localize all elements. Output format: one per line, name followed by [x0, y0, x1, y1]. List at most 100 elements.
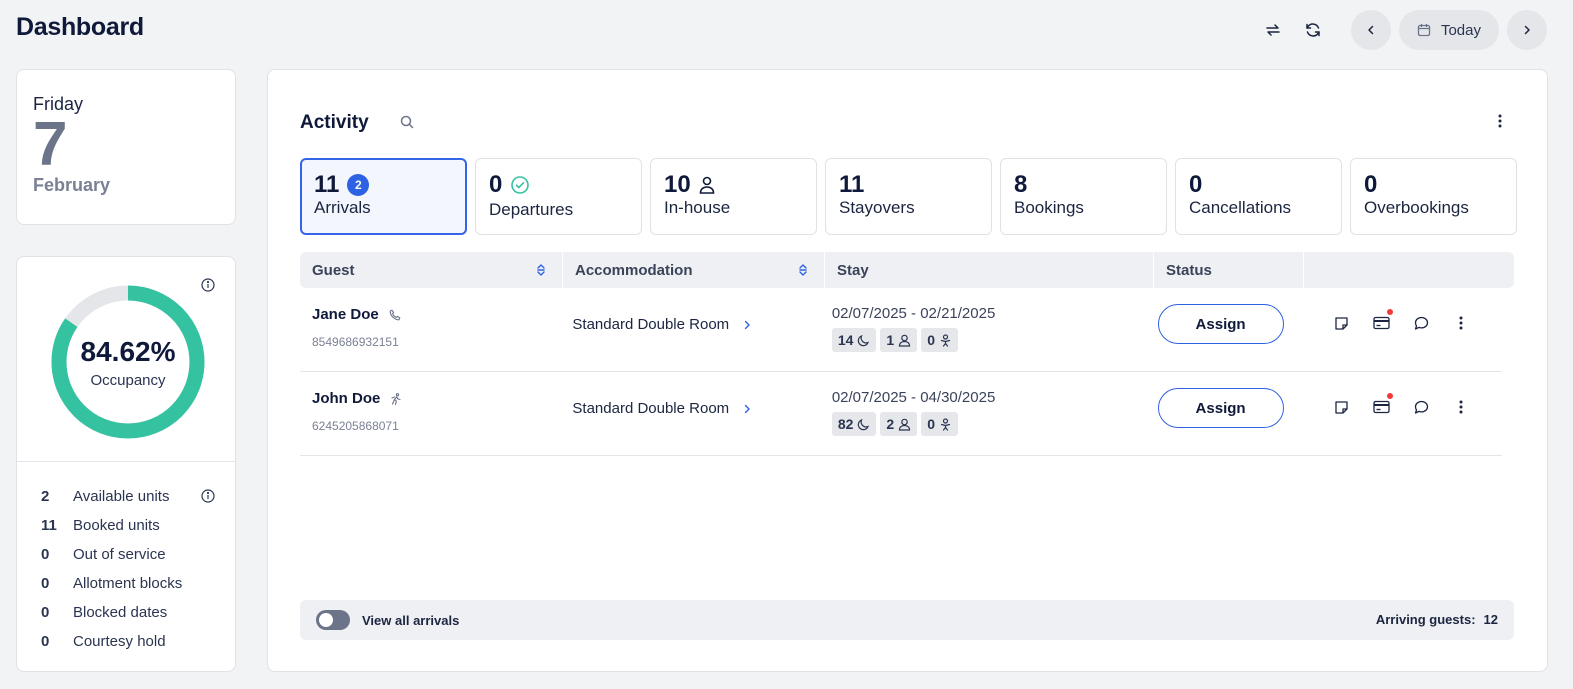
table-row[interactable]: Jane Doe 8549686932151 Standard Double R…: [300, 288, 1502, 372]
stat-count: 11: [41, 517, 57, 534]
guest-name[interactable]: Jane Doe: [312, 306, 379, 323]
person-icon: [699, 176, 715, 194]
tab-cancellations[interactable]: 0 Cancellations: [1175, 158, 1342, 235]
swap-icon[interactable]: [1253, 11, 1293, 49]
tab-count: 0: [1364, 171, 1378, 198]
alert-dot: [1387, 309, 1394, 315]
tab-bookings[interactable]: 8 Bookings: [1000, 158, 1167, 235]
stat-name: Booked units: [73, 517, 160, 534]
more-vertical-icon[interactable]: [1452, 314, 1470, 332]
adults-count: 1: [886, 332, 895, 348]
nights-chip: 14: [831, 328, 877, 352]
adults-chip: 2: [880, 412, 918, 436]
occupancy-stats: 2 Available units 11 Booked units 0 Out …: [17, 462, 235, 656]
column-status: Status: [1154, 252, 1304, 288]
tab-arrivals[interactable]: 11 2 Arrivals: [300, 158, 467, 235]
more-vertical-icon[interactable]: [1498, 114, 1502, 133]
stat-name: Courtesy hold: [73, 633, 166, 650]
column-stay: Stay: [825, 252, 1154, 288]
nights-count: 14: [837, 332, 854, 348]
search-icon[interactable]: [399, 114, 415, 135]
walk-in-icon: [391, 392, 401, 405]
arriving-guests: Arriving guests: 12: [1376, 612, 1498, 627]
children-count: 0: [927, 416, 935, 432]
tab-label: Cancellations: [1189, 198, 1292, 217]
stat-count: 2: [41, 488, 50, 505]
message-icon[interactable]: [1412, 314, 1430, 332]
previous-day-button[interactable]: [1350, 10, 1391, 50]
tab-label: Arrivals: [314, 198, 371, 217]
page-title: Dashboard: [16, 13, 144, 41]
stat-count: 0: [41, 546, 50, 563]
person-icon: [899, 334, 911, 347]
sort-icon[interactable]: [536, 262, 546, 278]
arriving-label: Arriving guests:: [1375, 612, 1476, 627]
children-count: 0: [927, 332, 935, 348]
next-day-button[interactable]: [1507, 10, 1547, 50]
stat-name: Blocked dates: [73, 604, 168, 621]
accommodation-name[interactable]: Standard Double Room: [572, 400, 729, 417]
guest-name[interactable]: John Doe: [312, 390, 380, 407]
check-circle-icon: [511, 176, 530, 194]
info-icon[interactable]: [201, 489, 215, 507]
stat-available-units: 2 Available units: [17, 482, 235, 511]
accommodation-name[interactable]: Standard Double Room: [572, 316, 729, 333]
stat-name: Out of service: [73, 546, 166, 563]
arriving-count: 12: [1483, 612, 1498, 627]
table-row[interactable]: John Doe 6245205868071 Standard Double R…: [300, 372, 1502, 456]
occupancy-center: 84.62% Occupancy: [51, 285, 205, 439]
tab-count: 11: [839, 171, 865, 198]
sort-icon[interactable]: [798, 262, 808, 278]
more-vertical-icon[interactable]: [1452, 398, 1470, 416]
tab-count: 11: [314, 171, 340, 198]
chevron-right-icon[interactable]: [743, 404, 751, 414]
refresh-icon[interactable]: [1293, 11, 1333, 49]
occupancy-percent: 84.62%: [80, 335, 176, 367]
calendar-icon: [1417, 24, 1431, 37]
stat-count: 0: [41, 604, 50, 621]
note-icon[interactable]: [1332, 398, 1350, 416]
tab-label: Departures: [489, 200, 574, 219]
stat-name: Allotment blocks: [73, 575, 183, 592]
column-label: Stay: [837, 261, 869, 279]
moon-icon: [858, 334, 870, 346]
activity-card: Activity 11 2 Arrivals 0 Departures 10 In…: [267, 69, 1548, 672]
credit-card-icon[interactable]: [1372, 393, 1394, 416]
guest-id: 8549686932151: [312, 335, 399, 349]
column-guest[interactable]: Guest: [300, 252, 563, 288]
assign-button[interactable]: Assign: [1157, 304, 1284, 344]
stat-courtesy-hold: 0 Courtesy hold: [17, 627, 235, 656]
message-icon[interactable]: [1412, 398, 1430, 416]
note-icon[interactable]: [1332, 314, 1350, 332]
tab-stayovers[interactable]: 11 Stayovers: [825, 158, 992, 235]
tab-count: 10: [664, 171, 691, 198]
stay-dates: 02/07/2025 - 02/21/2025: [831, 305, 996, 322]
children-chip: 0: [921, 328, 958, 352]
tab-count: 0: [1189, 171, 1203, 198]
arrivals-badge: 2: [347, 174, 370, 196]
children-chip: 0: [921, 412, 958, 436]
credit-card-icon[interactable]: [1372, 309, 1394, 332]
adults-count: 2: [886, 416, 895, 432]
activity-tabs: 11 2 Arrivals 0 Departures 10 In-house 11…: [300, 158, 1517, 235]
activity-title: Activity: [300, 112, 369, 133]
moon-icon: [858, 418, 870, 430]
tab-label: Bookings: [1014, 198, 1084, 217]
stat-allotment-blocks: 0 Allotment blocks: [17, 569, 235, 598]
assign-button[interactable]: Assign: [1157, 388, 1284, 428]
view-all-toggle[interactable]: [316, 610, 350, 630]
chevron-right-icon[interactable]: [743, 320, 751, 330]
stat-count: 0: [41, 633, 50, 650]
baby-icon: [940, 333, 951, 347]
tab-label: Stayovers: [839, 198, 915, 217]
column-label: Guest: [312, 261, 355, 279]
guest-id: 6245205868071: [312, 419, 399, 433]
baby-icon: [940, 417, 951, 431]
tab-overbookings[interactable]: 0 Overbookings: [1350, 158, 1517, 235]
tab-in-house[interactable]: 10 In-house: [650, 158, 817, 235]
column-accommodation[interactable]: Accommodation: [563, 252, 825, 288]
today-label: Today: [1440, 21, 1481, 39]
tab-departures[interactable]: 0 Departures: [475, 158, 642, 235]
adults-chip: 1: [880, 328, 918, 352]
today-button[interactable]: Today: [1398, 10, 1499, 50]
